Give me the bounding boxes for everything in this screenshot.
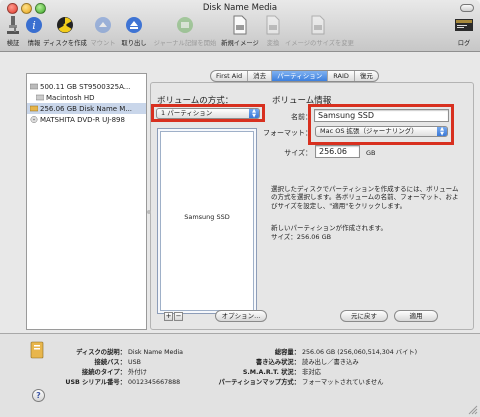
volume-scheme-value: 1 パーティション [161, 109, 213, 117]
device-label: 256.06 GB Disk Name M... [40, 104, 133, 113]
tab-restore[interactable]: 復元 [355, 71, 378, 81]
resize-image-button[interactable]: イメージのサイズを変更 [285, 15, 354, 51]
volume-map[interactable]: Samsung SSD [157, 128, 257, 314]
partition-block[interactable]: Samsung SSD [160, 131, 254, 311]
info-capacity: 総容量： 256.06 GB (256,060,514,304 バイト) [274, 349, 418, 356]
tab-erase[interactable]: 消去 [248, 71, 273, 81]
burn-label: ディスクを作成 [43, 40, 87, 47]
help-button[interactable]: ? [32, 389, 45, 402]
split-handle[interactable] [147, 210, 151, 214]
format-label: フォーマット： [263, 129, 312, 137]
eject-icon [124, 15, 144, 35]
info-write-status: 書き込み状況： 読み出し／書き込み [255, 359, 359, 366]
size-label: サイズ： [284, 149, 312, 157]
verify-button[interactable]: 検証 [2, 15, 24, 51]
log-label: ログ [457, 40, 471, 47]
info-smart-status: S.M.A.R.T. 状況： 非対応 [242, 369, 321, 376]
svg-text:i: i [32, 19, 36, 32]
toolbar-toggle-button[interactable] [460, 4, 474, 12]
info-connection-bus: 接続バス： USB [94, 359, 141, 366]
titlebar: Disk Name Media 検証 i 情報 ディスクを作成 マウント 取り出… [0, 0, 480, 52]
new-partition-note: 新しいパーティションが作成されます。 [271, 224, 387, 232]
resize-image-icon [308, 15, 328, 35]
new-partition-size: サイズ：256.06 GB [271, 233, 332, 241]
resize-grip-icon[interactable] [468, 405, 478, 415]
verify-label: 検証 [6, 40, 20, 47]
mount-button[interactable]: マウント [88, 15, 118, 51]
tab-first-aid[interactable]: First Aid [211, 71, 249, 81]
eject-button[interactable]: 取り出し [118, 15, 150, 51]
device-item-hdd[interactable]: 500.11 GB ST9500325A... [27, 81, 146, 92]
device-item-dvd[interactable]: MATSHITA DVD-R UJ-898 [27, 114, 146, 125]
name-label: 名前： [291, 113, 312, 121]
log-icon [454, 15, 474, 35]
info-usb-serial: USB シリアル番号： 0012345667888 [65, 379, 181, 386]
device-label: Macintosh HD [46, 93, 95, 102]
device-list[interactable]: 500.11 GB ST9500325A... Macintosh HD 256… [26, 73, 147, 330]
journal-icon [175, 15, 195, 35]
info-disk-description: ディスクの説明： Disk Name Media [76, 349, 184, 356]
tab-partition[interactable]: パーティション [272, 71, 329, 81]
info-icon: i [24, 15, 44, 35]
volume-name-field[interactable]: Samsung SSD [314, 109, 449, 122]
new-image-icon [230, 15, 250, 35]
tab-bar: First Aid 消去 パーティション RAID 復元 [210, 70, 379, 82]
options-button[interactable]: オプション... [215, 310, 267, 322]
external-disk-icon [30, 341, 44, 359]
size-field[interactable]: 256.06 [315, 145, 360, 158]
window-title: Disk Name Media [202, 3, 278, 13]
resize-image-label: イメージのサイズを変更 [285, 40, 354, 47]
apply-button[interactable]: 適用 [394, 310, 438, 322]
microscope-icon [3, 15, 23, 35]
popup-arrows-icon: ▲ ▼ [437, 127, 447, 136]
mount-icon [93, 15, 113, 35]
info-connection-type: 接続のタイプ： 外付け [81, 369, 147, 376]
revert-button[interactable]: 元に戻す [340, 310, 388, 322]
size-unit: GB [366, 149, 376, 157]
add-partition-button[interactable]: + [164, 312, 173, 321]
volume-scheme-popup[interactable]: 1 パーティション ▲ ▼ [156, 108, 260, 119]
new-image-button[interactable]: 新規イメージ [219, 15, 261, 51]
device-label: 500.11 GB ST9500325A... [40, 82, 131, 91]
partition-description: 選択したディスクでパーティションを作成するには、ボリュームの方式を選択します。各… [271, 185, 459, 210]
optical-drive-icon [30, 116, 38, 123]
new-image-label: 新規イメージ [221, 40, 259, 47]
volume-icon [36, 94, 44, 101]
format-value: Mac OS 拡張（ジャーナリング） [320, 127, 418, 135]
enable-journaling-label: ジャーナル記録を開始 [153, 40, 217, 47]
eject-label: 取り出し [121, 40, 147, 47]
log-button[interactable]: ログ [452, 15, 476, 51]
device-item-macintosh-hd[interactable]: Macintosh HD [27, 92, 146, 103]
partition-block-label: Samsung SSD [184, 213, 230, 221]
device-item-disk-name-media[interactable]: 256.06 GB Disk Name M... [27, 103, 146, 114]
popup-arrows-icon: ▲ ▼ [249, 109, 259, 118]
external-disk-icon [30, 105, 38, 112]
info-partition-map: パーティションマップ方式： フォーマットされていません [218, 379, 384, 386]
enable-journaling-button[interactable]: ジャーナル記録を開始 [152, 15, 218, 51]
disk-utility-window: Disk Name Media 検証 i 情報 ディスクを作成 マウント 取り出… [0, 0, 480, 417]
convert-button[interactable]: 変換 [262, 15, 284, 51]
remove-partition-button[interactable]: − [174, 312, 183, 321]
mount-label: マウント [90, 40, 116, 47]
convert-label: 変換 [266, 40, 280, 47]
burn-button[interactable]: ディスクを作成 [42, 15, 88, 51]
burn-icon [55, 15, 75, 35]
tab-raid[interactable]: RAID [328, 71, 355, 81]
hard-disk-icon [30, 83, 38, 90]
device-label: MATSHITA DVD-R UJ-898 [40, 115, 125, 124]
format-popup[interactable]: Mac OS 拡張（ジャーナリング） ▲ ▼ [315, 126, 448, 137]
convert-icon [263, 15, 283, 35]
